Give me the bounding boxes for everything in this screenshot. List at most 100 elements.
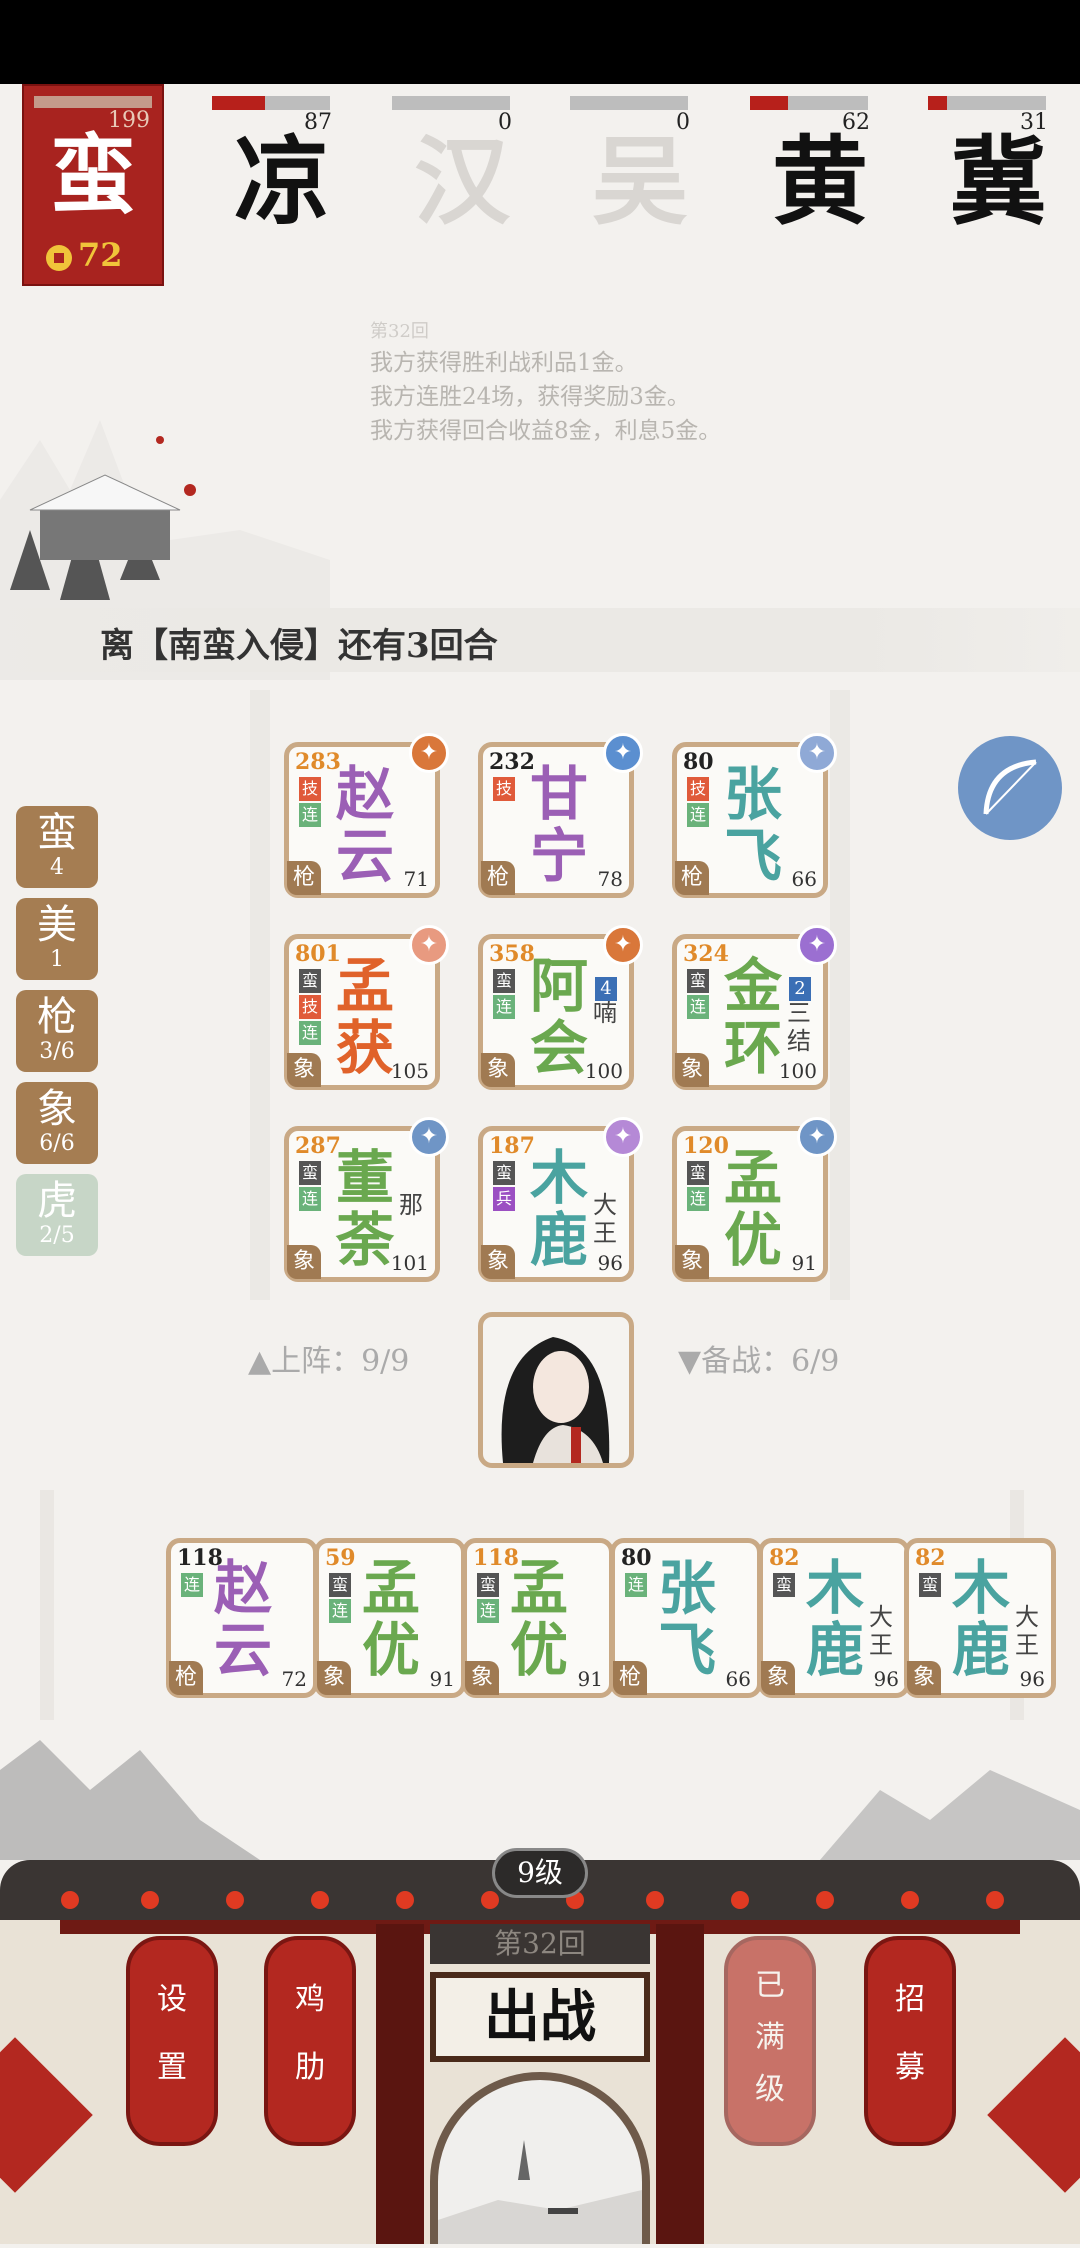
- unit-name: 木鹿: [951, 1554, 1010, 1684]
- synergy-1[interactable]: 蛮4: [16, 806, 98, 888]
- unit-level: 105: [390, 1059, 429, 1083]
- enemy-faction-1[interactable]: 87 凉: [212, 84, 332, 238]
- board-unit-card[interactable]: 120 蛮连 孟优 91 象 ✦: [672, 1117, 837, 1282]
- hero-portrait[interactable]: [478, 1312, 634, 1468]
- trait-tags: 连: [625, 1573, 649, 1599]
- trait-tags: 蛮连: [687, 969, 711, 1021]
- unit-class: 象: [287, 1053, 321, 1087]
- unit-name: 赵云: [213, 1554, 272, 1684]
- trait-tag: 蛮: [299, 1161, 321, 1185]
- board-unit-card[interactable]: 801 蛮技连 孟获 105 象 ✦: [284, 925, 449, 1090]
- board-unit-card[interactable]: 324 蛮连 金环 100 象三结 2 ✦: [672, 925, 837, 1090]
- unit-level: 91: [791, 1251, 817, 1275]
- equipment-icon: ✦: [603, 1117, 643, 1157]
- unit-hp: 82: [915, 1545, 946, 1571]
- enemy-hp-fill: [928, 96, 947, 110]
- rib-label-2: 肋: [295, 2050, 325, 2085]
- unit-class: 枪: [481, 861, 515, 895]
- enemy-faction-3[interactable]: 0 吴: [570, 84, 690, 238]
- enemy-hp-bar: [928, 96, 1046, 110]
- settings-button[interactable]: 设置: [126, 1936, 218, 2146]
- unit-name: 孟优: [361, 1554, 420, 1684]
- gate-scene: 9级 第32回 出战 设置 鸡肋 已满级 招募: [0, 1740, 1080, 2244]
- player-gold: 72: [46, 236, 123, 274]
- unit-class: 枪: [613, 1661, 647, 1695]
- trait-tag: 技: [299, 777, 321, 801]
- rib-button[interactable]: 鸡肋: [264, 1936, 356, 2146]
- bench-unit-card[interactable]: 82 蛮 木鹿 96 象 大王: [758, 1538, 910, 1698]
- equipment-icon: ✦: [409, 733, 449, 773]
- enemy-faction-4[interactable]: 62 黄: [750, 84, 870, 238]
- unit-class: 象: [481, 1053, 515, 1087]
- trait-tag: 连: [181, 1573, 203, 1597]
- bench-unit-card[interactable]: 82 蛮 木鹿 96 象 大王: [904, 1538, 1056, 1698]
- recruit-button[interactable]: 招募: [864, 1936, 956, 2146]
- unit-level: 66: [725, 1667, 751, 1691]
- settings-label-2: 置: [157, 2050, 187, 2085]
- portrait-image: [501, 1337, 610, 1463]
- synergy-count: 6/6: [39, 1131, 75, 1156]
- grid-line: [40, 1490, 54, 1720]
- unit-extra: 大王: [1015, 1603, 1039, 1659]
- unit-name: 孟优: [723, 1144, 782, 1274]
- gold-amount: 72: [78, 236, 123, 274]
- trait-tags: 蛮连: [329, 1573, 353, 1625]
- synergy-count: 3/6: [39, 1039, 75, 1064]
- enemy-hp-bar: [392, 96, 510, 110]
- unit-extra: 喃: [593, 999, 617, 1027]
- trait-tags: 技连: [299, 777, 323, 829]
- trait-tag: 连: [329, 1599, 351, 1623]
- unit-name: 张飞: [657, 1554, 716, 1684]
- board-unit-card[interactable]: 283 技连 赵云 71 枪 ✦: [284, 733, 449, 898]
- log-round: 第32回: [370, 321, 429, 342]
- level-up-button[interactable]: 已满级: [724, 1936, 816, 2146]
- trait-tags: 蛮技连: [299, 969, 323, 1047]
- bench-unit-card[interactable]: 80 连 张飞 66 枪: [610, 1538, 762, 1698]
- bow-icon: [983, 759, 1037, 815]
- trait-tags: 蛮连: [477, 1573, 501, 1625]
- trait-tag: 蛮: [493, 969, 515, 993]
- equipment-icon: ✦: [409, 925, 449, 965]
- synergy-name: 美: [37, 902, 77, 948]
- bench-unit-card[interactable]: 118 连 赵云 72 枪: [166, 1538, 318, 1698]
- bench-unit-card[interactable]: 59 蛮连 孟优 91 象: [314, 1538, 466, 1698]
- unit-name: 木鹿: [805, 1554, 864, 1684]
- reserve-count: ▼备战：6/9: [678, 1344, 840, 1379]
- trait-tags: 蛮连: [493, 969, 517, 1021]
- equipment-icon: ✦: [797, 1117, 837, 1157]
- bench-unit-card[interactable]: 118 蛮连 孟优 91 象: [462, 1538, 614, 1698]
- unit-hp: 80: [683, 749, 714, 775]
- bow-skill-button[interactable]: [958, 736, 1062, 840]
- log-line-2: 我方连胜24场，获得奖励3金。: [370, 384, 690, 410]
- trait-tag: 技: [299, 995, 321, 1019]
- maxed-label-2: 满: [755, 2020, 785, 2055]
- maxed-label-3: 级: [755, 2072, 785, 2107]
- enemy-faction-2[interactable]: 0 汉: [392, 84, 512, 238]
- unit-stack: 4: [595, 977, 617, 1001]
- synergy-name: 蛮: [37, 810, 77, 856]
- unit-level: 66: [791, 867, 817, 891]
- board-unit-card[interactable]: 80 技连 张飞 66 枪 ✦: [672, 733, 837, 898]
- synergy-5[interactable]: 虎 2/5: [16, 1174, 98, 1256]
- unit-name: 董荼: [335, 1144, 394, 1274]
- synergy-4[interactable]: 象 6/6: [16, 1082, 98, 1164]
- board-unit-card[interactable]: 287 蛮连 董荼 101 象那 ✦: [284, 1117, 449, 1282]
- settings-label-1: 设: [157, 1982, 187, 2017]
- enemy-hp-bar: [570, 96, 688, 110]
- trait-tag: 连: [625, 1573, 647, 1597]
- board-unit-card[interactable]: 358 蛮连 阿会 100 象喃 4 ✦: [478, 925, 643, 1090]
- log-line-3: 我方获得回合收益8金，利息5金。: [370, 418, 722, 444]
- fight-button[interactable]: 出战: [430, 1972, 650, 2062]
- enemy-faction-5[interactable]: 31 冀: [928, 84, 1048, 238]
- unit-level: 78: [597, 867, 623, 891]
- synergy-2[interactable]: 美1: [16, 898, 98, 980]
- log-line-1: 我方获得胜利战利品1金。: [370, 350, 638, 376]
- unit-name: 孟优: [509, 1554, 568, 1684]
- enemy-name: 黄: [772, 125, 868, 238]
- board-unit-card[interactable]: 187 蛮兵 木鹿 96 象大王 ✦: [478, 1117, 643, 1282]
- synergy-3[interactable]: 枪 3/6: [16, 990, 98, 1072]
- unit-level: 96: [873, 1667, 899, 1691]
- board-unit-card[interactable]: 232 技 甘宁 78 枪 ✦: [478, 733, 643, 898]
- pillar-right: [656, 1924, 704, 2244]
- trait-tags: 蛮连: [299, 1161, 323, 1213]
